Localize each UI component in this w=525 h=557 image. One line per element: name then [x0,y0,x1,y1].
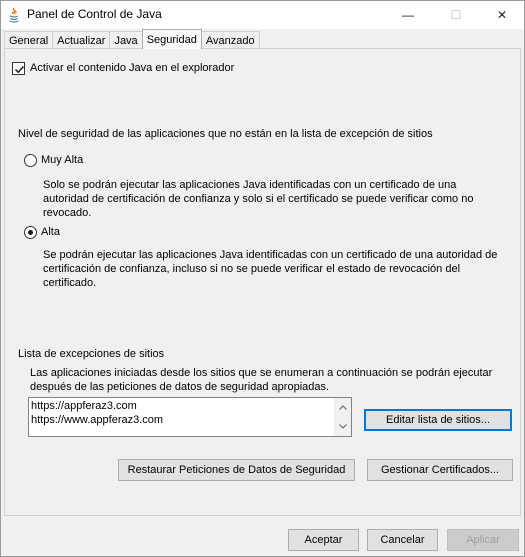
muy-alta-description: Solo se podrán ejecutar las aplicaciones… [43,179,474,219]
ok-button[interactable]: Aceptar [288,529,359,551]
java-icon [9,7,19,23]
title-bar[interactable]: Panel de Control de Java — ☐ ✕ [1,1,524,29]
radio-alta[interactable] [24,226,37,239]
radio-selected-dot [28,230,33,235]
radio-muy-alta-label[interactable]: Muy Alta [41,154,83,166]
exceptions-heading: Lista de excepciones de sitios [18,348,165,360]
tab-actualizar[interactable]: Actualizar [52,31,111,49]
list-item[interactable]: https://appferaz3.com [31,400,137,412]
site-exception-list[interactable]: https://appferaz3.com https://www.appfer… [28,397,352,437]
exceptions-description: Las aplicaciones iniciadas desde los sit… [30,367,493,393]
enable-java-label[interactable]: Activar el contenido Java en el explorad… [30,62,234,74]
apply-button[interactable]: Aplicar [447,529,519,551]
tab-avanzado[interactable]: Avanzado [200,31,260,49]
close-button[interactable]: ✕ [479,1,525,29]
minimize-button[interactable]: — [385,1,431,29]
scroll-up-button[interactable] [334,399,351,416]
manage-certificates-button[interactable]: Gestionar Certificados... [367,459,513,481]
tab-java[interactable]: Java [109,31,143,49]
maximize-button[interactable]: ☐ [433,1,479,29]
list-item[interactable]: https://www.appferaz3.com [31,414,163,426]
chevron-up-icon [338,405,347,410]
tab-general[interactable]: General [4,31,54,49]
java-control-panel-window: Panel de Control de Java — ☐ ✕ General A… [0,0,525,557]
minimize-icon: — [402,8,414,22]
enable-java-checkbox[interactable] [12,62,25,75]
tab-seguridad[interactable]: Seguridad [141,29,202,49]
chevron-down-icon [338,424,347,429]
close-icon: ✕ [496,8,508,22]
cancel-button[interactable]: Cancelar [367,529,438,551]
window-title: Panel de Control de Java [27,7,162,21]
checkmark-icon [14,65,25,74]
list-scrollbar[interactable] [334,398,351,436]
edit-site-list-button[interactable]: Editar lista de sitios... [364,409,512,431]
radio-muy-alta[interactable] [24,154,37,167]
maximize-icon: ☐ [450,8,462,22]
restore-security-prompts-button[interactable]: Restaurar Peticiones de Datos de Segurid… [118,459,355,481]
scroll-down-button[interactable] [334,418,351,435]
tab-strip: General Actualizar Java Seguridad Avanza… [4,29,260,49]
security-level-heading: Nivel de seguridad de las aplicaciones q… [18,128,433,140]
alta-description: Se podrán ejecutar las aplicaciones Java… [43,249,498,289]
radio-alta-label[interactable]: Alta [41,226,60,238]
